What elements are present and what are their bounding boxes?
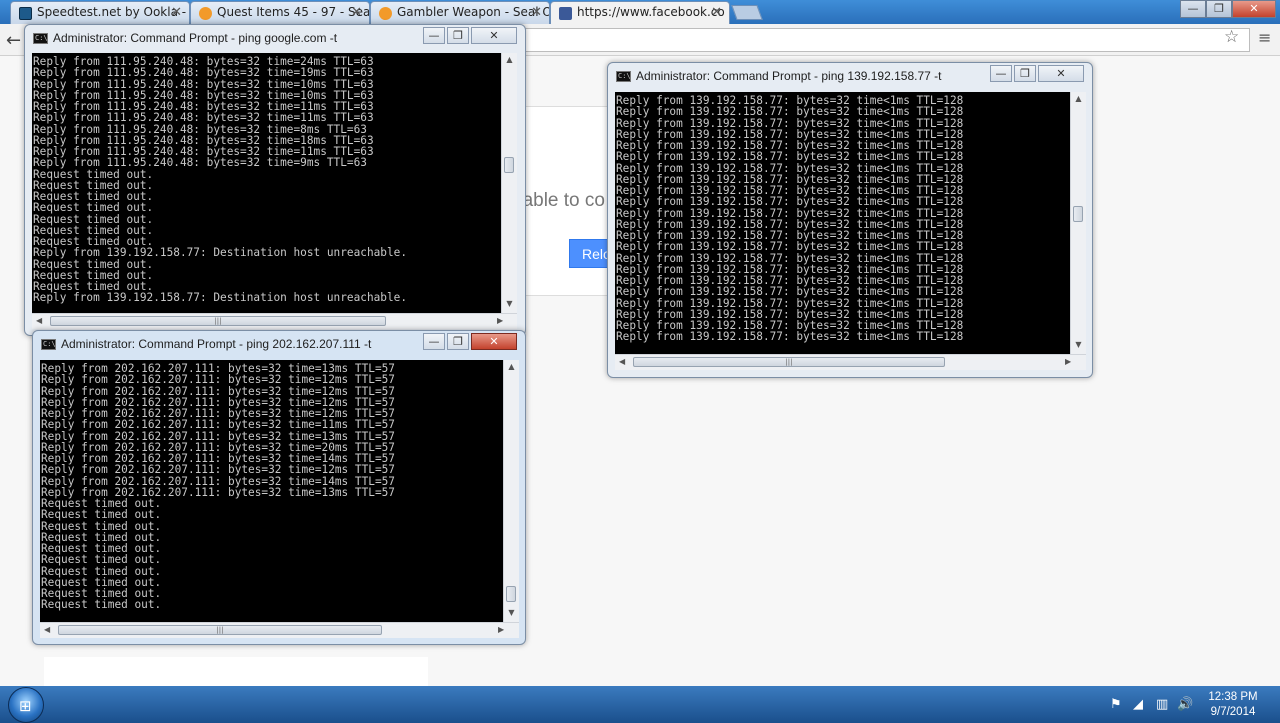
tab-quest-items[interactable]: Quest Items 45 - 97 - Seal ✕ — [190, 1, 370, 24]
horizontal-scrollbar[interactable]: ◀ ||| ▶ — [32, 313, 517, 329]
console-text: Reply from 139.192.158.77: bytes=32 time… — [616, 94, 964, 344]
window-title-text: Administrator: Command Prompt - ping goo… — [53, 31, 338, 45]
tab-gambler-weapon[interactable]: Gambler Weapon - Seal O ✕ — [370, 1, 550, 24]
console-output[interactable]: Reply from 139.192.158.77: bytes=32 time… — [615, 92, 1070, 354]
maximize-button[interactable]: ❐ — [1014, 65, 1036, 82]
back-arrow-icon[interactable]: ← — [6, 30, 21, 51]
horizontal-scrollbar[interactable]: ◀ ||| ▶ — [615, 354, 1086, 370]
tab-title: https://www.facebook.co — [577, 5, 725, 19]
scroll-right-arrow-icon[interactable]: ▶ — [497, 314, 503, 328]
clock-date: 9/7/2014 — [1210, 706, 1256, 718]
close-tab-icon[interactable]: ✕ — [171, 5, 182, 20]
command-prompt-icon: C:\ — [41, 339, 56, 350]
windows-logo-icon: ⊞ — [19, 697, 32, 715]
ookla-icon — [19, 7, 32, 20]
clock-time: 12:38 PM — [1208, 691, 1258, 703]
browser-tabstrip: Speedtest.net by Ookla - T ✕ Quest Items… — [0, 0, 1280, 24]
window-title: C:\ Administrator: Command Prompt - ping… — [33, 31, 337, 49]
console-output[interactable]: Reply from 111.95.240.48: bytes=32 time=… — [32, 53, 508, 313]
cmd-window-google[interactable]: C:\ Administrator: Command Prompt - ping… — [24, 24, 526, 336]
window-title-text: Administrator: Command Prompt - ping 139… — [636, 69, 942, 83]
console-output[interactable]: Reply from 202.162.207.111: bytes=32 tim… — [40, 360, 504, 622]
console-text: Reply from 111.95.240.48: bytes=32 time=… — [33, 55, 408, 305]
browser-maximize-button[interactable]: ❐ — [1206, 0, 1232, 18]
horizontal-scrollbar[interactable]: ◀ ||| ▶ — [40, 622, 519, 638]
tab-facebook[interactable]: https://www.facebook.co ✕ — [550, 1, 730, 24]
scroll-left-arrow-icon[interactable]: ◀ — [619, 355, 625, 369]
signal-icon[interactable]: ▥ — [1156, 697, 1168, 712]
scroll-thumb[interactable] — [1073, 206, 1083, 222]
scroll-down-arrow-icon[interactable]: ▼ — [504, 608, 519, 617]
browser-minimize-button[interactable]: — — [1180, 0, 1206, 18]
vertical-scrollbar[interactable]: ▲ ▼ — [503, 360, 519, 622]
close-tab-icon[interactable]: ✕ — [711, 5, 722, 20]
window-title-text: Administrator: Command Prompt - ping 202… — [61, 337, 372, 351]
tab-title: Gambler Weapon - Seal O — [397, 5, 550, 19]
minimize-button[interactable]: — — [423, 333, 445, 350]
network-icon[interactable]: ◢ — [1133, 697, 1143, 712]
maximize-button[interactable]: ❐ — [447, 333, 469, 350]
tab-title: Speedtest.net by Ookla - T — [37, 5, 190, 19]
scroll-up-arrow-icon[interactable]: ▲ — [502, 55, 517, 64]
start-button[interactable]: ⊞ — [8, 687, 44, 723]
vertical-scrollbar[interactable]: ▲ ▼ — [501, 53, 517, 313]
tab-speedtest[interactable]: Speedtest.net by Ookla - T ✕ — [10, 1, 190, 24]
seal-online-icon — [199, 7, 212, 20]
minimize-button[interactable]: — — [423, 27, 445, 44]
tab-title: Quest Items 45 - 97 - Seal — [217, 5, 370, 19]
console-text: Reply from 202.162.207.111: bytes=32 tim… — [41, 362, 395, 612]
close-tab-icon[interactable]: ✕ — [531, 5, 542, 20]
command-prompt-icon: C:\ — [616, 71, 631, 82]
scroll-thumb[interactable]: ||| — [633, 357, 945, 367]
scroll-thumb[interactable] — [506, 586, 516, 602]
vertical-scrollbar[interactable]: ▲ ▼ — [1070, 92, 1086, 354]
bookmark-star-icon[interactable]: ☆ — [1224, 27, 1239, 47]
maximize-button[interactable]: ❐ — [447, 27, 469, 44]
scroll-thumb[interactable]: ||| — [58, 625, 382, 635]
minimize-button[interactable]: — — [990, 65, 1012, 82]
scroll-right-arrow-icon[interactable]: ▶ — [498, 623, 504, 637]
scroll-up-arrow-icon[interactable]: ▲ — [1071, 94, 1086, 103]
scroll-down-arrow-icon[interactable]: ▼ — [1071, 340, 1086, 349]
close-button[interactable]: ✕ — [471, 333, 517, 350]
scroll-right-arrow-icon[interactable]: ▶ — [1065, 355, 1071, 369]
browser-close-button[interactable]: ✕ — [1232, 0, 1276, 18]
scroll-left-arrow-icon[interactable]: ◀ — [44, 623, 50, 637]
close-button[interactable]: ✕ — [471, 27, 517, 44]
cmd-window-local[interactable]: C:\ Administrator: Command Prompt - ping… — [607, 62, 1093, 378]
scroll-left-arrow-icon[interactable]: ◀ — [36, 314, 42, 328]
action-center-icon[interactable]: ⚑ — [1110, 697, 1122, 712]
window-title: C:\ Administrator: Command Prompt - ping… — [616, 69, 941, 87]
scroll-up-arrow-icon[interactable]: ▲ — [504, 362, 519, 371]
cmd-window-dns[interactable]: C:\ Administrator: Command Prompt - ping… — [32, 330, 526, 645]
scroll-down-arrow-icon[interactable]: ▼ — [502, 299, 517, 308]
scroll-thumb[interactable] — [504, 157, 514, 173]
new-tab-button[interactable] — [731, 5, 763, 20]
close-button[interactable]: ✕ — [1038, 65, 1084, 82]
seal-online-icon — [379, 7, 392, 20]
browser-menu-icon[interactable]: ≡ — [1258, 28, 1271, 47]
window-title: C:\ Administrator: Command Prompt - ping… — [41, 337, 371, 355]
scroll-thumb[interactable]: ||| — [50, 316, 386, 326]
taskbar: ⊞ ⚑ ◢ ▥ 🔊 12:38 PM 9/7/2014 — [0, 686, 1280, 723]
volume-icon[interactable]: 🔊 — [1177, 697, 1193, 712]
close-tab-icon[interactable]: ✕ — [351, 5, 362, 20]
facebook-icon — [559, 7, 572, 20]
system-clock[interactable]: 12:38 PM 9/7/2014 — [1200, 690, 1266, 720]
command-prompt-icon: C:\ — [33, 33, 48, 44]
